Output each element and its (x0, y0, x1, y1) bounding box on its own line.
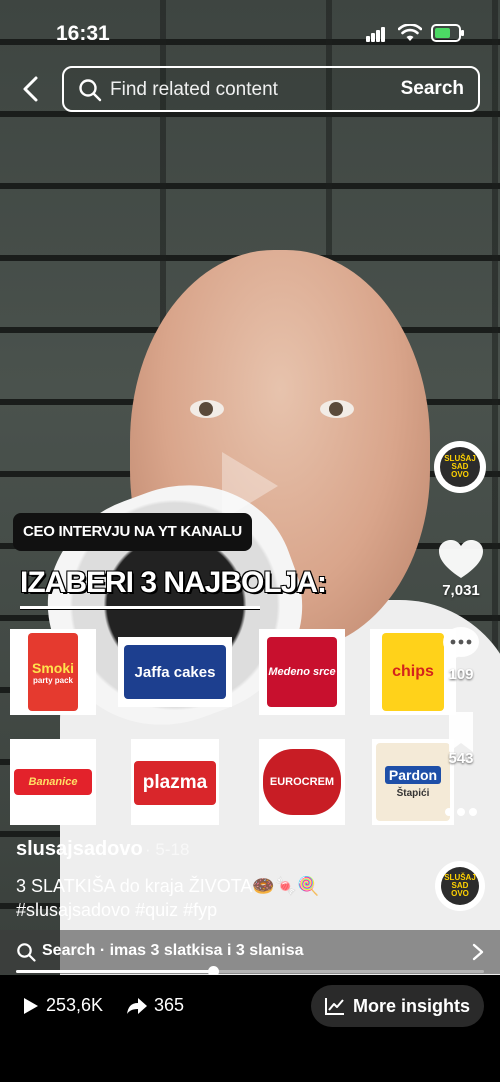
product-image: Bananice (14, 769, 92, 795)
product-image: plazma (134, 761, 216, 805)
left-eye (190, 400, 224, 418)
product-name: Medeno srce (268, 666, 336, 678)
view-count: 253,6K (46, 995, 104, 1015)
more-insights-label: More insights (352, 995, 470, 1016)
related-search-bar[interactable]: Search · imas 3 slatkisa i 3 slanisa (0, 930, 500, 974)
search-icon (17, 943, 36, 962)
avatar-logo: SLUŠAJ SAD OVO (440, 447, 480, 487)
progress-fill (16, 970, 213, 973)
product-card-bananice: Bananice (10, 739, 96, 825)
product-card-plazma: plazma (131, 739, 219, 825)
status-bar: 16:31 (0, 20, 500, 48)
right-eye (320, 400, 354, 418)
title-underline (20, 606, 260, 609)
battery-icon (431, 24, 464, 42)
product-image: Medeno srce (267, 637, 337, 707)
save-count: 543 (448, 750, 474, 767)
product-name: Pardon (384, 765, 442, 784)
play-count-icon (24, 997, 38, 1014)
interview-label: CEO INTERVJU NA YT KANALU (13, 513, 252, 551)
video-frame[interactable] (0, 0, 500, 975)
like-count: 7,031 (442, 582, 480, 599)
sound-avatar[interactable]: SLUŠAJ SAD OVO (435, 861, 485, 911)
username[interactable]: slusajsadovo (16, 838, 143, 861)
bookmark-icon[interactable] (431, 710, 491, 754)
wifi-icon (398, 24, 422, 41)
more-options-icon[interactable] (431, 806, 491, 818)
product-name: chips (392, 663, 434, 680)
product-image: Smoki party pack (28, 633, 78, 711)
search-button[interactable]: Search (401, 78, 464, 100)
related-search-text: Search · imas 3 slatkisa i 3 slanisa (42, 942, 304, 959)
share-arrow-icon (127, 997, 147, 1014)
sound-logo: SLUŠAJ SAD OVO (441, 867, 479, 905)
views-stat: 253,6K (22, 995, 103, 1016)
signal-icon (366, 26, 386, 42)
overlay-title: IZABERI 3 NAJBOLJA: (20, 566, 327, 599)
product-image: Jaffa cakes (124, 645, 226, 699)
status-time: 16:31 (56, 22, 110, 45)
play-icon[interactable] (222, 452, 278, 520)
product-name: Smoki (31, 659, 74, 676)
more-insights-button[interactable]: More insights (310, 985, 484, 1027)
post-date: · 5-18 (145, 840, 190, 859)
back-arrow-icon[interactable] (18, 74, 46, 104)
caption-hashtags[interactable]: #slusajsadovo #quiz #fyp (16, 898, 416, 922)
caption: 3 SLATKIŠA do kraja ŽIVOTA🍩🍬🍭 #slusajsad… (16, 874, 416, 922)
caption-text: 3 SLATKIŠA do kraja ŽIVOTA🍩🍬🍭 (16, 876, 320, 896)
product-card-smoki: Smoki party pack (10, 629, 96, 715)
product-card-medeno-srce: Medeno srce (259, 629, 345, 715)
product-name: plazma (142, 772, 208, 793)
product-name: EUROCREM (269, 776, 335, 788)
like-heart-icon[interactable] (431, 538, 491, 582)
product-card-jaffa: Jaffa cakes (118, 637, 232, 707)
product-image: EUROCREM (263, 749, 341, 815)
chart-icon (324, 998, 344, 1015)
chevron-right-icon (472, 943, 484, 961)
comment-icon[interactable] (431, 624, 491, 664)
creator-avatar[interactable]: SLUŠAJ SAD OVO (434, 441, 486, 493)
video-progress-bar[interactable] (16, 966, 484, 977)
share-count: 365 (154, 995, 185, 1015)
product-sub: party pack (32, 675, 74, 685)
comment-count: 109 (448, 666, 474, 683)
product-card-eurocrem: EUROCREM (259, 739, 345, 825)
search-box[interactable]: Search (62, 66, 480, 112)
bottom-bar: 253,6K 365 More insights (0, 975, 500, 1082)
search-input[interactable] (110, 78, 380, 102)
product-sub: Štapići (396, 787, 430, 799)
search-icon (79, 79, 102, 102)
product-name: Bananice (28, 776, 78, 788)
shares-stat: 365 (126, 995, 184, 1016)
product-name: Jaffa cakes (134, 663, 216, 681)
